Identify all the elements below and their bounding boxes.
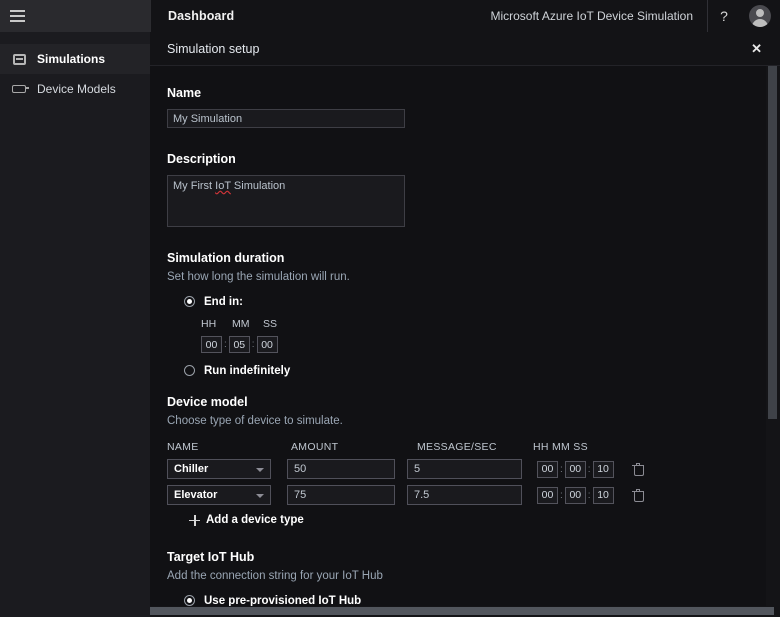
duration-section-label: Simulation duration [167,251,285,265]
hamburger-icon [10,10,25,22]
description-text-misspelled: IoT [215,180,231,192]
target-hub-section-label: Target IoT Hub [167,550,255,564]
radio-preprovisioned-label: Use pre-provisioned IoT Hub [204,594,362,607]
device-amount-input[interactable]: 75 [287,485,395,505]
duration-separator-1: : [224,339,227,350]
device-hh-input[interactable]: 00 [537,460,558,478]
panel-header: Simulation setup ✕ [150,32,780,66]
device-mm-input[interactable]: 00 [564,460,586,478]
sidebar-item-label: Simulations [37,52,106,66]
radio-run-indefinitely-label: Run indefinitely [204,364,291,377]
radio-end-in[interactable]: End in: [184,293,780,310]
duration-hh-header: HH [201,318,217,330]
device-separator-2: : [587,489,591,501]
duration-mm-header: MM [232,318,250,330]
device-model-section-sub: Choose type of device to simulate. [167,415,343,427]
target-hub-section-sub: Add the connection string for your IoT H… [167,570,383,582]
chevron-down-icon [256,494,264,498]
column-header-amount: AMOUNT [291,441,339,453]
radio-run-indefinitely-indicator [184,365,195,376]
simulation-setup-panel: Simulation setup ✕ Name My Simulation De… [150,32,780,617]
page-title: Dashboard [168,9,235,23]
vertical-scrollbar-thumb[interactable] [768,66,777,419]
duration-time-inputs: 00 : 05 : 00 [201,336,780,353]
duration-ss-header: SS [263,318,278,330]
avatar-button[interactable] [740,0,780,32]
device-type-value: Chiller [174,463,209,475]
column-header-message-sec: MESSAGE/SEC [417,441,497,453]
application-name: Microsoft Azure IoT Device Simulation [490,9,693,23]
device-ss-input[interactable]: 10 [592,486,614,504]
trash-icon[interactable] [631,462,644,476]
body-row: Simulations Device Models Simulation set… [0,32,780,617]
vertical-scrollbar-track[interactable] [766,66,780,617]
sidebar-item-device-models[interactable]: Device Models [0,74,150,104]
device-separator-2: : [587,463,591,475]
table-row: Chiller 50 5 00 : 00 : 10 [167,459,780,479]
device-ss-input[interactable]: 10 [592,460,614,478]
help-icon[interactable]: ? [708,0,740,32]
duration-separator-2: : [251,339,255,350]
panel-scroll-area: Name My Simulation Description My First … [150,66,780,617]
description-section-label: Description [167,152,236,166]
description-text-part2: Simulation [230,180,286,192]
device-hh-input[interactable]: 00 [537,486,558,504]
device-amount-input[interactable]: 50 [287,459,395,479]
device-table-header: NAME AMOUNT MESSAGE/SEC HH MM SS [167,441,780,453]
close-icon[interactable]: ✕ [747,39,766,59]
sidebar-item-label: Device Models [37,82,116,96]
device-interval-inputs: 00 : 00 : 10 [537,460,614,478]
description-text-part1: My First [173,180,216,192]
duration-time-headers: HH MM SS [201,318,780,330]
chevron-down-icon [256,468,264,472]
duration-ss-input[interactable]: 00 [256,336,278,353]
device-separator-1: : [560,489,563,501]
radio-end-in-label: End in: [204,295,243,308]
table-row: Elevator 75 7.5 00 : 00 : 10 [167,485,780,505]
radio-preprovisioned-indicator [184,595,195,606]
duration-mm-input[interactable]: 05 [228,336,250,353]
add-device-type-button[interactable]: Add a device type [189,514,780,526]
plus-icon [189,514,200,526]
simulation-name-input[interactable]: My Simulation [167,109,405,128]
add-device-type-label: Add a device type [206,514,304,526]
horizontal-scrollbar-thumb[interactable] [150,607,774,615]
column-header-name: NAME [167,441,199,453]
radio-run-indefinitely[interactable]: Run indefinitely [184,362,780,379]
panel-title: Simulation setup [167,41,260,56]
sidebar: Simulations Device Models [0,32,150,617]
device-type-select[interactable]: Elevator [167,485,271,505]
device-type-value: Elevator [174,489,218,501]
trash-icon[interactable] [631,488,644,502]
duration-hh-input[interactable]: 00 [201,336,222,353]
name-section-label: Name [167,86,202,100]
device-message-sec-input[interactable]: 7.5 [407,485,522,505]
duration-section-sub: Set how long the simulation will run. [167,271,350,283]
simulation-description-input[interactable]: My First IoT Simulation [167,175,405,227]
avatar [749,5,771,27]
simulations-icon [10,51,28,67]
column-header-hhmmss: HH MM SS [533,441,588,453]
device-model-section-label: Device model [167,395,248,409]
device-interval-inputs: 00 : 00 : 10 [537,486,614,504]
app-root: Dashboard Microsoft Azure IoT Device Sim… [0,0,780,617]
radio-end-in-indicator [184,296,195,307]
device-message-sec-input[interactable]: 5 [407,459,522,479]
device-separator-1: : [560,463,563,475]
panel-content: Name My Simulation Description My First … [150,66,780,617]
top-bar-icons: ? [707,0,780,32]
device-mm-input[interactable]: 00 [564,486,586,504]
top-bar-main: Dashboard Microsoft Azure IoT Device Sim… [150,0,780,32]
menu-toggle-button[interactable] [0,0,150,32]
top-bar: Dashboard Microsoft Azure IoT Device Sim… [0,0,780,32]
device-type-select[interactable]: Chiller [167,459,271,479]
horizontal-scrollbar-track[interactable] [150,606,774,617]
device-models-icon [10,81,29,97]
sidebar-item-simulations[interactable]: Simulations [0,44,150,74]
